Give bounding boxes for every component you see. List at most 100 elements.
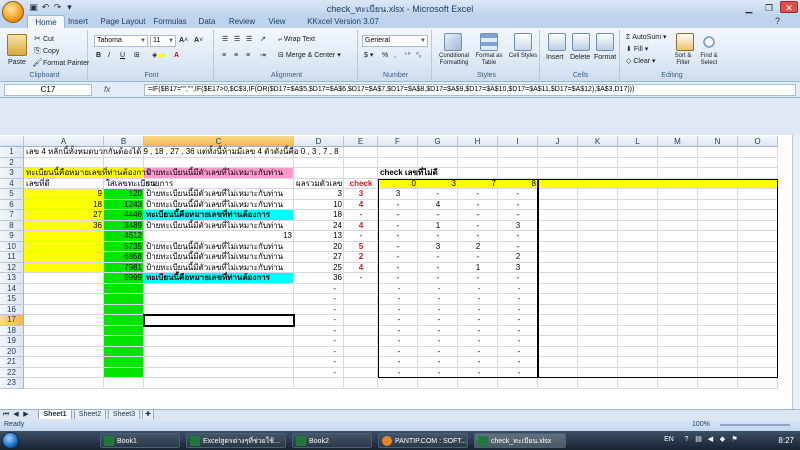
cell-a8[interactable]: 36 xyxy=(24,221,104,232)
number-format-combo[interactable]: General ▼ xyxy=(362,35,428,47)
grid-cell[interactable] xyxy=(498,378,538,389)
grid-cell[interactable] xyxy=(458,168,498,179)
format-as-table-icon[interactable] xyxy=(480,33,498,51)
grid-cell[interactable] xyxy=(658,147,698,158)
grid-cell[interactable] xyxy=(104,378,144,389)
clear-button[interactable]: ◇ Clear ▾ xyxy=(626,57,656,67)
grid-cell[interactable] xyxy=(458,157,498,168)
grid-cell[interactable] xyxy=(344,283,378,294)
row-header-13[interactable]: 13 xyxy=(0,273,24,284)
grid-cell[interactable] xyxy=(738,147,778,158)
find-select-button[interactable]: Find & Select xyxy=(696,53,722,67)
grid-cell[interactable] xyxy=(104,157,144,168)
cell-a6[interactable]: 18 xyxy=(24,200,104,211)
grid-cell[interactable] xyxy=(538,378,578,389)
vertical-scrollbar[interactable] xyxy=(792,135,800,409)
cell-b12[interactable]: 7981 xyxy=(104,263,144,274)
align-bottom-icon[interactable]: ☰ xyxy=(246,35,252,45)
row-header-22[interactable]: 22 xyxy=(0,367,24,378)
row-header-12[interactable]: 12 xyxy=(0,262,24,273)
close-icon[interactable]: ✕ xyxy=(780,1,798,13)
cell-b9[interactable]: 4612 xyxy=(104,231,144,242)
column-header-f[interactable]: F xyxy=(378,136,418,147)
row-header-11[interactable]: 11 xyxy=(0,252,24,263)
row-header-6[interactable]: 6 xyxy=(0,199,24,210)
merge-center-button[interactable]: ⊟ Merge & Center ▾ xyxy=(278,51,341,61)
bold-icon[interactable]: B xyxy=(96,51,101,61)
grid-cell[interactable] xyxy=(618,147,658,158)
volume-icon[interactable]: ◀ xyxy=(706,435,715,444)
grid-cell[interactable] xyxy=(658,157,698,168)
find-select-icon[interactable] xyxy=(700,33,718,51)
row-header-19[interactable]: 19 xyxy=(0,336,24,347)
grid-cell[interactable] xyxy=(24,346,104,357)
taskbar-item[interactable]: Excelสูตรต่างๆที่ช่วยใช้... xyxy=(186,433,286,448)
taskbar-item[interactable]: Book2 xyxy=(292,433,372,448)
cell-b11[interactable]: 6858 xyxy=(104,252,144,263)
tab-insert[interactable]: Insert xyxy=(66,15,90,28)
name-box[interactable]: C17 xyxy=(4,84,92,96)
grid-cell[interactable] xyxy=(344,336,378,347)
row-header-5[interactable]: 5 xyxy=(0,189,24,200)
insert-cells-button[interactable]: Insert xyxy=(546,53,564,63)
grid-cell[interactable] xyxy=(738,378,778,389)
cell-styles-icon[interactable] xyxy=(514,33,532,51)
autosum-button[interactable]: Σ AutoSum ▾ xyxy=(626,33,667,43)
cell-a4[interactable]: เลขที่ดี xyxy=(24,179,104,190)
grid-cell[interactable] xyxy=(618,157,658,168)
grid-cell[interactable] xyxy=(104,315,144,326)
column-header-j[interactable]: J xyxy=(538,136,578,147)
column-header-i[interactable]: I xyxy=(498,136,538,147)
cell-d16[interactable]: - xyxy=(294,305,344,316)
cell-d14[interactable]: - xyxy=(294,284,344,295)
conditional-formatting-icon[interactable] xyxy=(444,33,462,51)
cell-b10[interactable]: 5735 xyxy=(104,242,144,253)
grid-cell[interactable] xyxy=(24,273,104,284)
grid-cell[interactable] xyxy=(24,283,104,294)
orientation-icon[interactable]: ↗ xyxy=(260,35,266,45)
grid-cell[interactable] xyxy=(24,252,104,263)
tab-home[interactable]: Home xyxy=(27,15,65,28)
grid-cell[interactable] xyxy=(378,147,418,158)
grid-cell[interactable] xyxy=(104,325,144,336)
taskbar-item[interactable]: PANTIP.COM : SOFT... xyxy=(378,433,468,448)
taskbar-item[interactable]: check_ทะเบียน.xlsx xyxy=(474,433,566,448)
grid-cell[interactable] xyxy=(344,378,378,389)
column-header-a[interactable]: A xyxy=(24,136,104,147)
grid-cell[interactable] xyxy=(378,378,418,389)
grid-cell[interactable] xyxy=(458,378,498,389)
row-header-23[interactable]: 23 xyxy=(0,378,24,389)
grid-cell[interactable] xyxy=(144,367,294,378)
cell-d21[interactable]: - xyxy=(294,357,344,368)
office-button[interactable] xyxy=(2,1,24,23)
cell-c4[interactable]: รายการ xyxy=(144,179,294,190)
cell-f3[interactable]: check เลขที่ไม่ดี xyxy=(378,168,440,179)
cell-c13[interactable]: ทะเบียนนี้คือหมายเลขที่ท่านต้องการ xyxy=(144,273,272,284)
grid-cell[interactable] xyxy=(24,262,104,273)
grid-cell[interactable] xyxy=(104,304,144,315)
cell-c9[interactable]: 13 xyxy=(144,231,294,242)
cell-e9[interactable]: - xyxy=(344,231,378,242)
grid-cell[interactable] xyxy=(24,304,104,315)
grid-cell[interactable] xyxy=(344,325,378,336)
grid-cell[interactable] xyxy=(104,367,144,378)
formula-input[interactable]: =IF($B17="","",IF($E17>0,$C$3,IF(OR($D17… xyxy=(144,84,796,96)
grid-cell[interactable] xyxy=(344,168,378,179)
grid-cell[interactable] xyxy=(418,378,458,389)
cell-d22[interactable]: - xyxy=(294,368,344,379)
grid-cell[interactable] xyxy=(344,294,378,305)
flag-icon[interactable]: ⚑ xyxy=(730,435,739,444)
grid-cell[interactable] xyxy=(538,157,578,168)
column-header-k[interactable]: K xyxy=(578,136,618,147)
grid-cell[interactable] xyxy=(24,315,104,326)
cell-a5[interactable]: 9 xyxy=(24,189,104,200)
sort-filter-button[interactable]: Sort & Filter xyxy=(670,53,696,67)
language-indicator[interactable]: EN xyxy=(662,435,676,444)
cell-e8[interactable]: 4 xyxy=(344,221,378,232)
grid-cell[interactable] xyxy=(738,157,778,168)
grid-cell[interactable] xyxy=(578,147,618,158)
align-center-icon[interactable]: ≡ xyxy=(234,51,238,61)
conditional-formatting-button[interactable]: Conditional Formatting xyxy=(436,53,472,67)
row-header-7[interactable]: 7 xyxy=(0,210,24,221)
row-header-8[interactable]: 8 xyxy=(0,220,24,231)
